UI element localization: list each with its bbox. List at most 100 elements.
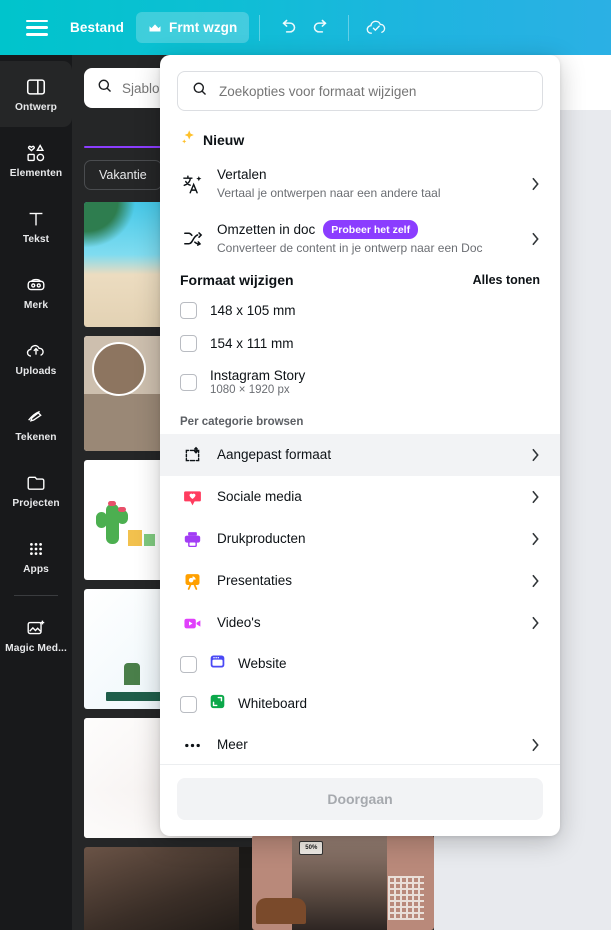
circle-photo — [92, 342, 146, 396]
size-option-row[interactable]: 154 x 111 mm — [160, 327, 560, 360]
size-option-label: 154 x 111 mm — [210, 336, 294, 352]
sidebar-item-apps[interactable]: Apps — [0, 523, 72, 589]
sidebar-item-tekst[interactable]: Tekst — [0, 193, 72, 259]
category-website[interactable]: Website — [160, 644, 560, 684]
sofa-art — [256, 898, 306, 924]
category-text: Meer — [217, 736, 518, 754]
flower-art — [108, 501, 116, 506]
template-thumbnail[interactable]: 50% — [252, 835, 434, 930]
size-option-checkbox[interactable] — [180, 335, 197, 353]
redo-icon[interactable] — [304, 11, 338, 45]
crown-icon — [148, 22, 162, 33]
chevron-right-icon — [531, 532, 540, 546]
resize-search-input[interactable] — [219, 83, 529, 99]
sidebar-item-merk[interactable]: Merk — [0, 259, 72, 325]
search-icon — [96, 77, 113, 99]
category-text: Aangepast formaat — [217, 446, 518, 464]
chevron-right-icon — [531, 490, 540, 504]
pencil-draw-icon — [25, 406, 47, 428]
whiteboard-checkbox[interactable] — [180, 695, 197, 713]
category-meer[interactable]: Meer — [160, 724, 560, 764]
new-section-header: Nieuw — [160, 115, 560, 157]
discount-badge: 50% — [299, 841, 324, 855]
cactus-art — [96, 512, 107, 528]
website-icon — [208, 652, 227, 676]
custom-size-icon — [180, 443, 204, 467]
resize-search-box[interactable] — [177, 71, 543, 111]
convert-doc-icon — [180, 227, 204, 251]
resize-dropdown-panel: Nieuw Vertalen Vertaal je ontwerpen naar… — [160, 55, 560, 836]
category-text: Whiteboard — [238, 695, 307, 713]
chevron-right-icon — [531, 177, 540, 191]
cloud-check-icon[interactable] — [359, 11, 393, 45]
file-menu-button[interactable]: Bestand — [58, 12, 136, 43]
website-checkbox[interactable] — [180, 655, 197, 673]
new-section-title: Nieuw — [203, 132, 245, 148]
sidebar-item-tekenen[interactable]: Tekenen — [0, 391, 72, 457]
size-option-sublabel: 1080 × 1920 px — [210, 384, 290, 397]
category-aangepast-formaat[interactable]: Aangepast formaat — [160, 434, 560, 477]
presentation-icon — [180, 569, 204, 593]
show-all-link[interactable]: Alles tonen — [473, 273, 540, 287]
size-option-row[interactable]: 148 x 105 mm — [160, 294, 560, 327]
whiteboard-icon — [208, 692, 227, 716]
pot-art — [144, 534, 155, 546]
category-label: Drukproducten — [217, 531, 306, 547]
category-label: Sociale media — [217, 489, 302, 505]
category-drukproducten[interactable]: Drukproducten — [160, 518, 560, 560]
size-option-label: 148 x 105 mm — [210, 303, 296, 319]
resize-section-title: Formaat wijzigen — [180, 272, 294, 289]
toolbar-divider — [348, 14, 350, 41]
category-videos[interactable]: Video's — [160, 602, 560, 644]
category-text: Video's — [217, 614, 518, 632]
category-text: Sociale media — [217, 488, 518, 506]
category-whiteboard[interactable]: Whiteboard — [160, 684, 560, 724]
sidebar-item-ontwerp[interactable]: Ontwerp — [0, 61, 72, 127]
search-icon — [191, 80, 208, 102]
size-option-row[interactable]: Instagram Story 1080 × 1920 px — [160, 360, 560, 404]
cactus-art — [106, 504, 119, 544]
social-heart-icon — [180, 485, 204, 509]
category-text: Presentaties — [217, 572, 518, 590]
layout-icon — [25, 76, 47, 98]
sidebar-item-label: Ontwerp — [14, 101, 58, 113]
undo-icon[interactable] — [270, 11, 304, 45]
resize-dropdown-body: Nieuw Vertalen Vertaal je ontwerpen naar… — [160, 111, 560, 764]
size-option-checkbox[interactable] — [180, 373, 197, 391]
chevron-right-icon — [531, 448, 540, 462]
try-it-badge[interactable]: Probeer het zelf — [323, 220, 419, 240]
chevron-right-icon — [531, 738, 540, 752]
menu-item-omzetten-in-doc[interactable]: Omzetten in doc Probeer het zelf Convert… — [160, 211, 560, 266]
size-option-text: Instagram Story 1080 × 1920 px — [210, 368, 305, 396]
category-label: Meer — [217, 737, 248, 753]
category-presentaties[interactable]: Presentaties — [160, 560, 560, 602]
sidebar-item-uploads[interactable]: Uploads — [0, 325, 72, 391]
chip-vakantie[interactable]: Vakantie — [84, 160, 162, 190]
plant-art — [124, 663, 140, 685]
sidebar-item-elementen[interactable]: Elementen — [0, 127, 72, 193]
sidebar-item-projecten[interactable]: Projecten — [0, 457, 72, 523]
continue-button[interactable]: Doorgaan — [177, 778, 543, 820]
menu-item-subtitle: Vertaal je ontwerpen naar een andere taa… — [217, 186, 441, 201]
top-toolbar: Bestand Frmt wzgn — [0, 0, 611, 55]
sidebar-item-label: Apps — [23, 563, 49, 575]
size-option-label: Instagram Story — [210, 368, 306, 384]
menu-item-vertalen[interactable]: Vertalen Vertaal je ontwerpen naar een a… — [160, 157, 560, 211]
pot-art — [128, 530, 142, 546]
pattern-art — [388, 876, 424, 920]
hamburger-icon[interactable] — [26, 19, 48, 36]
size-option-checkbox[interactable] — [180, 302, 197, 320]
grid-apps-icon — [25, 538, 47, 560]
menu-item-title: Omzetten in doc Probeer het zelf — [217, 220, 518, 240]
chevron-right-icon — [531, 232, 540, 246]
sidebar-item-magic-media[interactable]: Magic Med... — [0, 602, 72, 668]
resize-button[interactable]: Frmt wzgn — [135, 12, 250, 43]
video-camera-icon — [180, 611, 204, 635]
category-sociale-media[interactable]: Sociale media — [160, 476, 560, 518]
sidebar-item-label: Magic Med... — [5, 642, 67, 654]
resize-dropdown-footer: Doorgaan — [160, 764, 560, 836]
chevron-right-icon — [531, 616, 540, 630]
chevron-right-icon — [531, 574, 540, 588]
category-text: Website — [238, 655, 287, 673]
toolbar-divider — [259, 14, 261, 41]
